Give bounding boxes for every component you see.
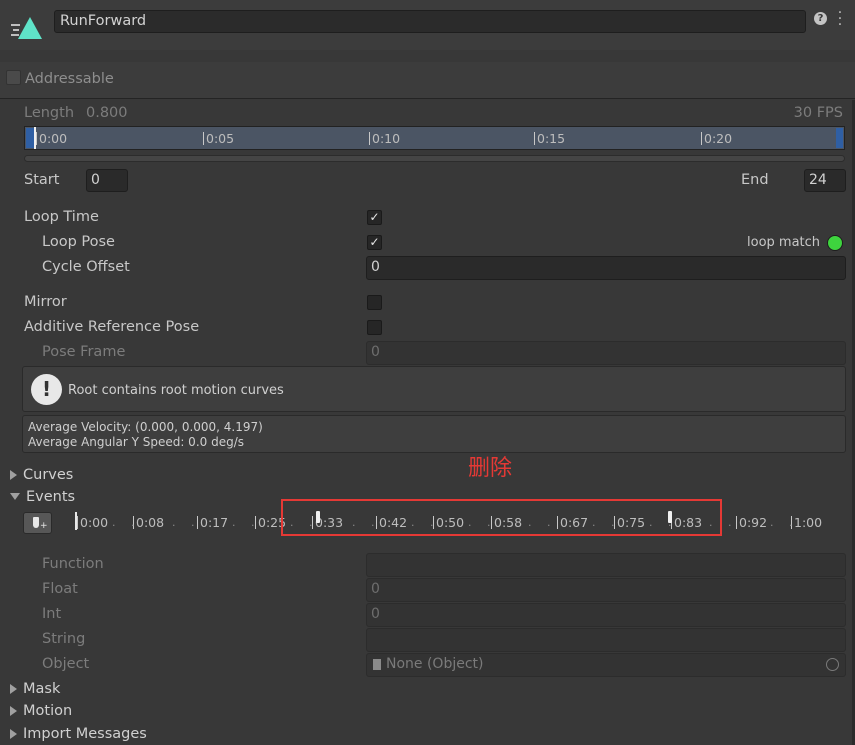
average-velocity-text: Average Velocity: (0.000, 0.000, 4.197) [28, 420, 263, 434]
float-field[interactable]: 0 [366, 578, 846, 602]
kebab-menu-icon[interactable]: · · · [836, 6, 844, 32]
timeline-scroll-bar[interactable] [24, 155, 845, 162]
velocity-info-box: Average Velocity: (0.000, 0.000, 4.197) … [22, 415, 846, 453]
help-icon[interactable]: ? [814, 12, 827, 25]
add-event-button[interactable]: + [23, 512, 52, 534]
animation-clip-icon [10, 12, 44, 42]
help-message: Root contains root motion curves [68, 383, 284, 398]
foldout-arrow-icon [10, 706, 17, 716]
events-label: Events [26, 489, 76, 505]
end-label: End [741, 172, 769, 188]
mirror-label: Mirror [24, 294, 67, 310]
ruler-minor-ticks: . . [112, 516, 141, 529]
mirror-checkbox[interactable] [367, 295, 382, 310]
root-motion-help-box: ! Root contains root motion curves [22, 366, 846, 412]
import-messages-foldout[interactable]: Import Messages [10, 726, 147, 742]
events-tick: 0:17 [196, 515, 229, 530]
delete-annotation-label: 删除 [468, 456, 513, 481]
import-messages-label: Import Messages [23, 726, 147, 742]
average-angular-speed-text: Average Angular Y Speed: 0.0 deg/s [28, 435, 244, 449]
start-label: Start [24, 172, 60, 188]
fps-value: 30 FPS [793, 105, 843, 121]
loop-pose-checkbox[interactable]: ✓ [367, 235, 382, 250]
cycle-offset-field[interactable]: 0 [366, 256, 846, 280]
pose-frame-field[interactable]: 0 [366, 341, 846, 365]
foldout-arrow-icon [10, 684, 17, 694]
delete-highlight-box [281, 499, 722, 536]
foldout-arrow-icon [10, 470, 17, 480]
object-field[interactable]: None (Object) [366, 653, 846, 677]
string-field[interactable] [366, 628, 846, 652]
function-label: Function [42, 556, 104, 572]
ruler-minor-ticks: . . [232, 516, 261, 529]
start-field[interactable]: 0 [86, 169, 128, 192]
ruler-minor-ticks: . . [770, 516, 799, 529]
curves-foldout[interactable]: Curves [10, 467, 73, 483]
loop-time-label: Loop Time [24, 209, 99, 225]
events-tick: 0:00 [76, 515, 109, 530]
timeline-tick: 0:00 [35, 131, 68, 146]
cycle-offset-label: Cycle Offset [42, 259, 130, 275]
curves-label: Curves [23, 467, 74, 483]
events-tick: 0:92 [735, 515, 768, 530]
addressable-label: Addressable [25, 71, 114, 87]
foldout-arrow-icon [10, 492, 20, 500]
timeline-tick: 0:05 [202, 131, 235, 146]
end-handle[interactable] [836, 128, 843, 148]
foldout-arrow-icon [10, 729, 17, 739]
loop-match-indicator-icon [827, 235, 843, 251]
length-value: 0.800 [86, 105, 128, 121]
int-field[interactable]: 0 [366, 603, 846, 627]
string-label: String [42, 631, 86, 647]
file-icon [373, 659, 381, 670]
additive-reference-pose-label: Additive Reference Pose [24, 319, 200, 335]
warning-icon: ! [31, 374, 62, 405]
plus-icon: + [40, 521, 48, 531]
length-label: Length [24, 105, 75, 121]
function-field[interactable] [366, 553, 846, 577]
add-event-icon [33, 517, 39, 528]
object-value: None (Object) [386, 656, 484, 672]
clip-name-field[interactable]: RunForward [54, 10, 806, 33]
float-label: Float [42, 581, 78, 597]
addressable-row: Addressable [0, 62, 855, 99]
clip-timeline[interactable]: 0:00 0:05 0:10 0:15 0:20 [24, 126, 845, 150]
timeline-tick: 0:20 [700, 131, 733, 146]
pose-frame-label: Pose Frame [42, 344, 126, 360]
object-picker-icon[interactable] [826, 658, 839, 671]
loop-time-checkbox[interactable]: ✓ [367, 210, 382, 225]
motion-foldout[interactable]: Motion [10, 703, 72, 719]
loop-match-label: loop match [747, 235, 821, 250]
header-bar: RunForward ? · · · [0, 0, 855, 50]
mask-label: Mask [23, 681, 61, 697]
end-field[interactable]: 24 [804, 169, 846, 192]
events-foldout[interactable]: Events [10, 489, 75, 505]
mask-foldout[interactable]: Mask [10, 681, 60, 697]
additive-reference-pose-checkbox[interactable] [367, 320, 382, 335]
addressable-checkbox[interactable] [6, 70, 21, 85]
timeline-tick: 0:10 [368, 131, 401, 146]
int-label: Int [42, 606, 62, 622]
timeline-tick: 0:15 [533, 131, 566, 146]
ruler-minor-ticks: . . [172, 516, 201, 529]
loop-pose-label: Loop Pose [42, 234, 115, 250]
object-label: Object [42, 656, 90, 672]
motion-label: Motion [23, 703, 73, 719]
